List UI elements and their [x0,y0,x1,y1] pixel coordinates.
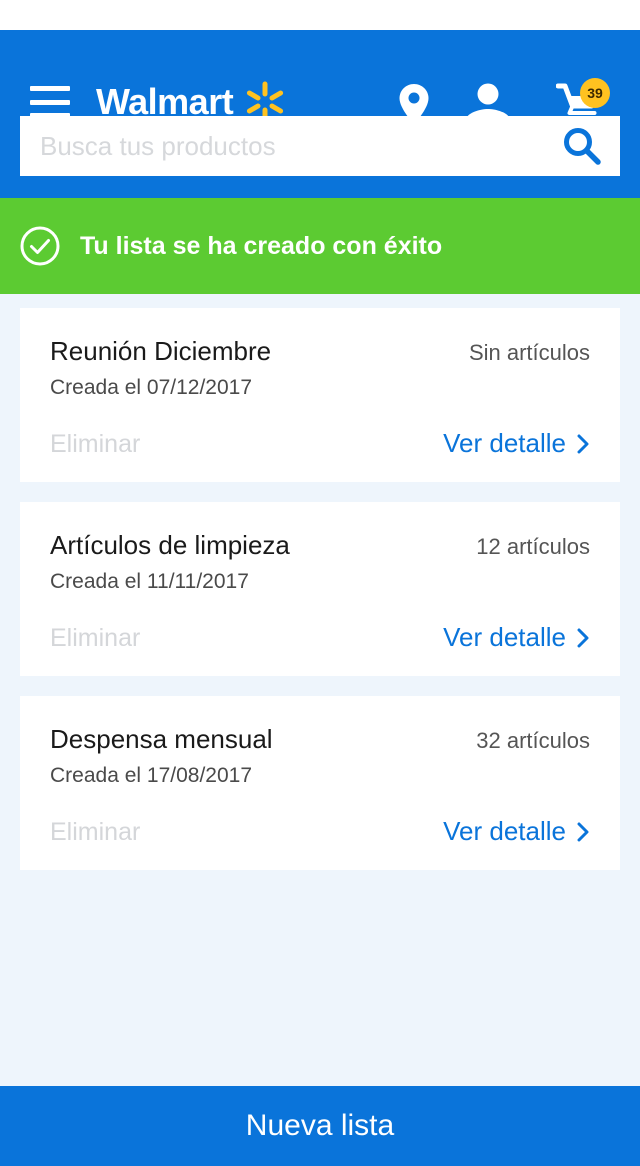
search-icon[interactable] [562,126,602,166]
chevron-right-icon [577,434,589,453]
status-bar [0,0,640,30]
search-bar [20,116,620,176]
view-detail-link[interactable]: Ver detalle [443,816,590,847]
app-header: Walmart 39 [0,30,640,198]
view-detail-label: Ver detalle [443,428,566,458]
delete-list-button[interactable]: Eliminar [50,818,140,847]
success-message: Tu lista se ha creado con éxito [80,231,443,260]
list-title: Despensa mensual [50,724,273,754]
chevron-right-icon [577,822,589,841]
list-card: Reunión Diciembre Sin artículos Creada e… [20,308,620,482]
success-banner: Tu lista se ha creado con éxito [0,198,640,294]
list-created-date: Creada el 07/12/2017 [50,376,252,399]
check-circle-icon [20,226,60,266]
list-item-count: 12 artículos [476,534,590,559]
new-list-button[interactable]: Nueva lista [0,1086,640,1166]
delete-list-button[interactable]: Eliminar [50,430,140,459]
view-detail-link[interactable]: Ver detalle [443,622,590,653]
list-item-count: 32 artículos [476,728,590,753]
chevron-right-icon [577,628,589,647]
view-detail-link[interactable]: Ver detalle [443,428,590,459]
list-created-date: Creada el 11/11/2017 [50,570,249,593]
list-title: Reunión Diciembre [50,336,272,366]
view-detail-label: Ver detalle [443,622,566,652]
view-detail-label: Ver detalle [443,816,566,846]
search-input[interactable] [20,116,562,176]
menu-icon[interactable] [30,86,70,118]
list-card: Artículos de limpieza 12 artículos Cread… [20,502,620,676]
list-item-count: Sin artículos [468,340,590,365]
delete-list-button[interactable]: Eliminar [50,624,140,653]
cart-count-badge: 39 [580,78,610,108]
list-card: Despensa mensual 32 artículos Creada el … [20,696,620,870]
shopping-lists: Reunión Diciembre Sin artículos Creada e… [0,294,640,870]
list-title: Artículos de limpieza [50,530,290,560]
list-created-date: Creada el 17/08/2017 [50,764,252,787]
